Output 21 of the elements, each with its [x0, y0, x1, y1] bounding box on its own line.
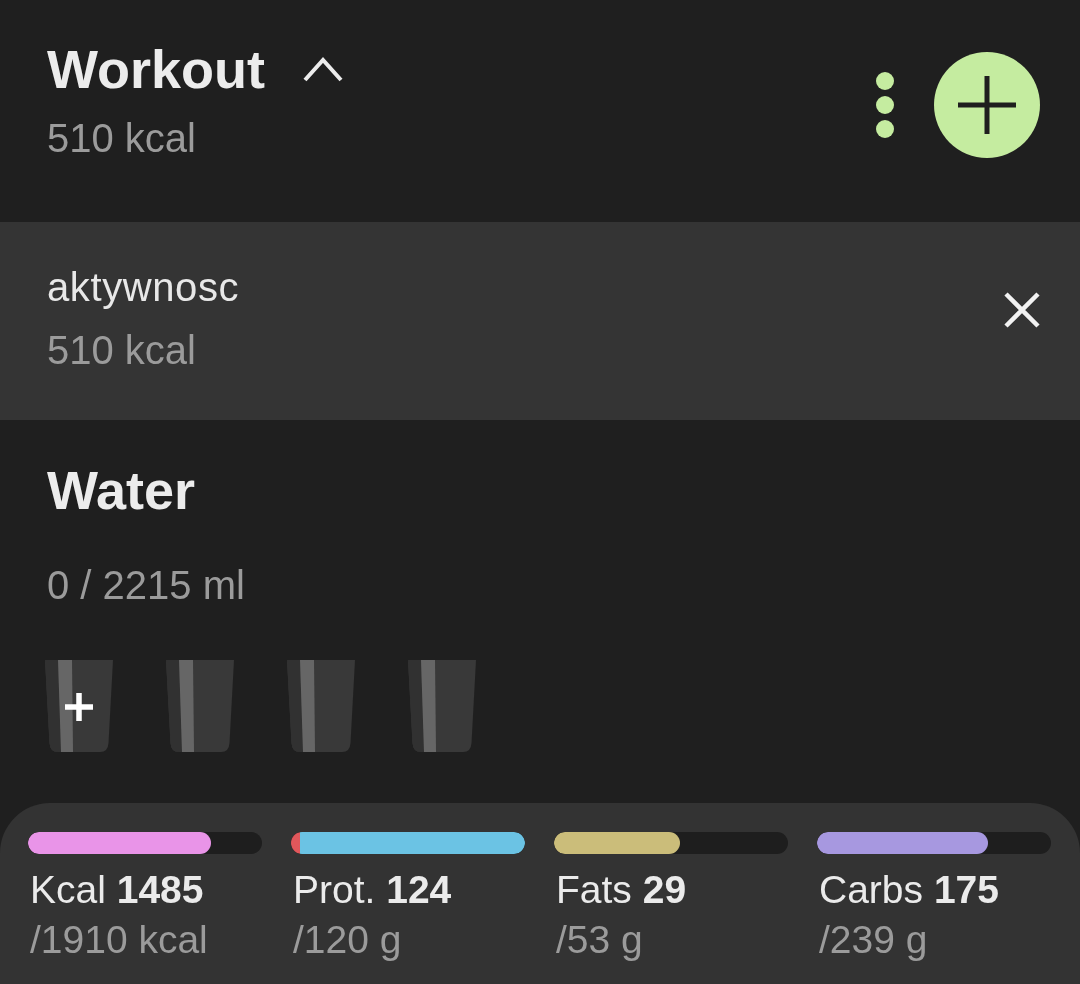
close-icon[interactable]: [1004, 292, 1040, 328]
macro-target: /239 g: [819, 917, 928, 963]
macro-target: /120 g: [293, 917, 402, 963]
macro-label: Fats 29: [556, 867, 687, 913]
entry-row[interactable]: aktywnosc 510 kcal: [0, 222, 1080, 420]
macro-target: /53 g: [556, 917, 643, 963]
caret-up-icon[interactable]: [303, 55, 343, 83]
entry-name: aktywnosc: [47, 264, 240, 311]
macro-label: Prot. 124: [293, 867, 452, 913]
macro-target: /1910 kcal: [30, 917, 208, 963]
cup-icon[interactable]: [45, 660, 113, 752]
plus-icon: [958, 76, 1016, 134]
plus-icon: [62, 690, 96, 724]
section-title: Workout: [47, 38, 265, 100]
more-icon[interactable]: [876, 72, 894, 138]
macro-label: Kcal 1485: [30, 867, 204, 913]
water-amount: 0 / 2215 ml: [47, 562, 245, 609]
macro-label: Carbs 175: [819, 867, 999, 913]
entry-calories: 510 kcal: [47, 327, 196, 374]
calorie-total: 510 kcal: [47, 115, 196, 162]
section-title: Water: [47, 459, 196, 521]
